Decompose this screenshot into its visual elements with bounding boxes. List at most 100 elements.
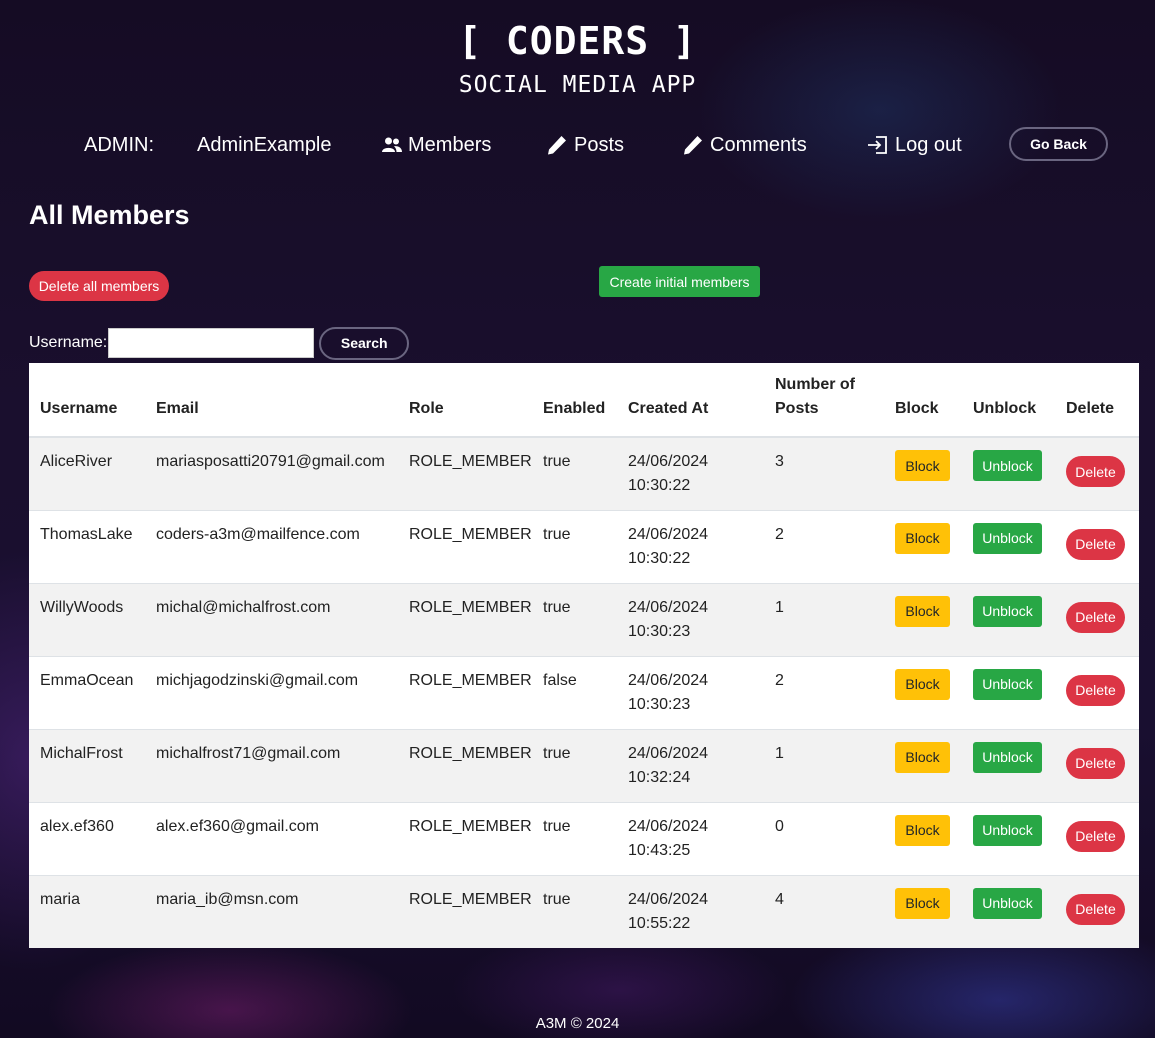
cell-role: ROLE_MEMBER [398,509,532,583]
cell-created-at: 24/06/2024 10:30:23 [617,655,764,729]
cell-enabled: true [532,728,617,802]
nav-logout[interactable]: Log out [867,127,962,163]
cell-username: ThomasLake [29,509,145,583]
cell-unblock: Unblock [962,728,1055,802]
delete-member-button[interactable]: Delete [1066,674,1125,706]
delete-member-button[interactable]: Delete [1066,528,1125,560]
created-time: 10:55:22 [628,914,691,932]
go-back-button[interactable]: Go Back [1009,127,1108,161]
created-date: 24/06/2024 [628,890,709,908]
cell-delete: Delete [1055,655,1139,729]
block-button[interactable]: Block [895,887,950,919]
unblock-button[interactable]: Unblock [973,668,1042,700]
cell-post-count: 0 [764,801,884,875]
cell-block: Block [884,801,962,875]
block-button[interactable]: Block [895,595,950,627]
search-label: Username: [29,334,108,351]
cell-delete: Delete [1055,436,1139,510]
create-initial-members-button[interactable]: Create initial members [599,266,760,297]
created-date: 24/06/2024 [628,453,709,470]
unblock-button[interactable]: Unblock [973,741,1042,773]
cell-username: maria [29,874,145,948]
cell-enabled: true [532,436,617,510]
page-title: All Members [29,200,190,230]
cell-post-count: 4 [764,874,884,948]
cell-role: ROLE_MEMBER [398,582,532,656]
cell-unblock: Unblock [962,655,1055,729]
cell-created-at: 24/06/2024 10:30:22 [617,436,764,510]
logout-icon [868,136,887,154]
created-date: 24/06/2024 [628,598,709,616]
cell-enabled: true [532,874,617,948]
cell-role: ROLE_MEMBER [398,655,532,729]
cell-post-count: 2 [764,509,884,583]
unblock-button[interactable]: Unblock [973,522,1042,554]
cell-role: ROLE_MEMBER [398,436,532,510]
col-username: Username [29,363,145,438]
delete-member-button[interactable]: Delete [1066,601,1125,633]
cell-role: ROLE_MEMBER [398,874,532,948]
block-button[interactable]: Block [895,741,950,773]
cell-username: WillyWoods [29,582,145,656]
cell-created-at: 24/06/2024 10:55:22 [617,874,764,948]
created-time: 10:30:22 [628,549,691,567]
nav-members[interactable]: Members [382,127,491,163]
cell-block: Block [884,436,962,510]
col-block: Block [884,363,962,438]
brand-subtitle: SOCIAL MEDIA APP [458,72,697,98]
col-enabled: Enabled [532,363,617,438]
table-row: EmmaOcean michjagodzinski@gmail.com ROLE_M… [29,655,1139,729]
col-delete: Delete [1055,363,1139,438]
users-icon [382,137,402,152]
cell-block: Block [884,509,962,583]
nav-comments-label: Comments [710,133,807,156]
cell-post-count: 1 [764,728,884,802]
cell-enabled: true [532,509,617,583]
cell-email: michalfrost71@gmail.com [145,728,398,802]
cell-post-count: 3 [764,436,884,510]
delete-all-members-button[interactable]: Delete all members [29,271,169,301]
block-button[interactable]: Block [895,522,950,554]
cell-unblock: Unblock [962,436,1055,510]
block-button[interactable]: Block [895,668,950,700]
cell-username: EmmaOcean [29,655,145,729]
delete-member-button[interactable]: Delete [1066,893,1125,925]
created-time: 10:30:23 [628,622,691,640]
search-button[interactable]: Search [319,326,410,360]
cell-unblock: Unblock [962,582,1055,656]
admin-name-link[interactable]: AdminExample [197,127,332,163]
nav-posts[interactable]: Posts [546,127,624,163]
table-row: AliceRiver mariasposatti20791@gmail.com RO… [29,436,1139,510]
username-search-input[interactable] [108,328,315,358]
block-button[interactable]: Block [895,450,950,481]
unblock-button[interactable]: Unblock [973,814,1042,846]
col-number-of-posts: Number of Posts [764,363,884,438]
cell-enabled: true [532,582,617,656]
created-date: 24/06/2024 [628,671,709,689]
unblock-button[interactable]: Unblock [973,595,1042,627]
delete-member-button[interactable]: Delete [1066,820,1125,852]
cell-created-at: 24/06/2024 10:43:25 [617,801,764,875]
cell-unblock: Unblock [962,801,1055,875]
cell-email: coders-a3m@mailfence.com [145,509,398,583]
block-button[interactable]: Block [895,814,950,846]
delete-member-button[interactable]: Delete [1066,456,1125,487]
cell-email: michal@michalfrost.com [145,582,398,656]
search-form: Username: Search [29,326,410,360]
cell-enabled: false [532,655,617,729]
delete-member-button[interactable]: Delete [1066,747,1125,779]
cell-enabled: true [532,801,617,875]
cell-delete: Delete [1055,582,1139,656]
cell-unblock: Unblock [962,509,1055,583]
unblock-button[interactable]: Unblock [973,887,1042,919]
cell-created-at: 24/06/2024 10:30:23 [617,582,764,656]
cell-unblock: Unblock [962,874,1055,948]
cell-email: mariasposatti20791@gmail.com [145,436,398,510]
nav-logout-label: Log out [895,133,962,156]
table-row: alex.ef360 alex.ef360@gmail.com ROLE_MEMBE… [29,801,1139,875]
admin-label: ADMIN: [84,133,154,156]
nav-comments[interactable]: Comments [682,127,807,163]
unblock-button[interactable]: Unblock [973,450,1042,481]
cell-post-count: 1 [764,582,884,656]
cell-role: ROLE_MEMBER [398,801,532,875]
